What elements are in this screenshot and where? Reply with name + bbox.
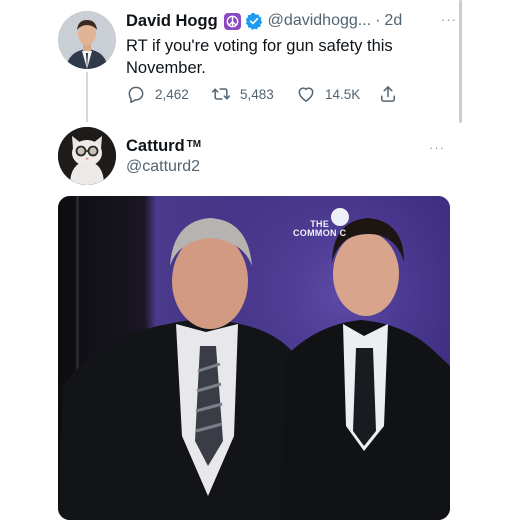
like-count: 14.5K <box>325 86 361 102</box>
thread-connector-line <box>86 72 88 122</box>
avatar[interactable] <box>58 11 116 69</box>
more-icon[interactable]: ··· <box>429 140 445 155</box>
trademark-symbol: TM <box>186 139 202 150</box>
retweet-count: 5,483 <box>240 86 274 102</box>
reply-icon <box>128 86 144 104</box>
tweet-text: RT if you're voting for gun safety this … <box>126 37 393 77</box>
display-name[interactable]: David Hogg <box>126 12 218 31</box>
display-name[interactable]: Catturd TM <box>126 137 201 156</box>
separator-dot: · <box>375 12 381 29</box>
handle[interactable]: @catturd2 <box>126 158 200 176</box>
more-icon[interactable]: ··· <box>441 12 457 27</box>
tweet-actions: 2,462 5,483 14.5K <box>126 84 407 104</box>
tweet-1-header: David Hogg @davidhogg... · 2d <box>126 10 402 32</box>
share-icon <box>381 86 395 102</box>
handle[interactable]: @davidhogg... <box>268 12 371 30</box>
like-icon <box>298 87 314 102</box>
like-button[interactable]: 14.5K <box>296 84 378 104</box>
tweet-media-photo[interactable]: THE COMMON C <box>58 196 450 520</box>
retweet-button[interactable]: 5,483 <box>211 84 296 104</box>
photo-image <box>58 196 450 520</box>
reply-count: 2,462 <box>155 86 189 102</box>
avatar-image <box>58 127 116 185</box>
share-button[interactable] <box>378 84 407 104</box>
avatar-image <box>58 11 116 69</box>
reply-button[interactable]: 2,462 <box>126 84 211 104</box>
display-name-text: Catturd <box>126 137 185 155</box>
timestamp[interactable]: 2d <box>384 12 402 30</box>
backdrop-sign-text: THE COMMON C <box>293 220 346 238</box>
scrollbar[interactable] <box>459 0 462 123</box>
peace-emoji-icon <box>223 12 241 30</box>
twitter-timeline: David Hogg @davidhogg... · 2d ··· RT if … <box>0 0 507 525</box>
retweet-icon <box>211 88 231 100</box>
verified-badge-icon <box>245 12 263 30</box>
backdrop-sign-line-2: COMMON C <box>293 228 347 238</box>
avatar[interactable] <box>58 127 116 185</box>
